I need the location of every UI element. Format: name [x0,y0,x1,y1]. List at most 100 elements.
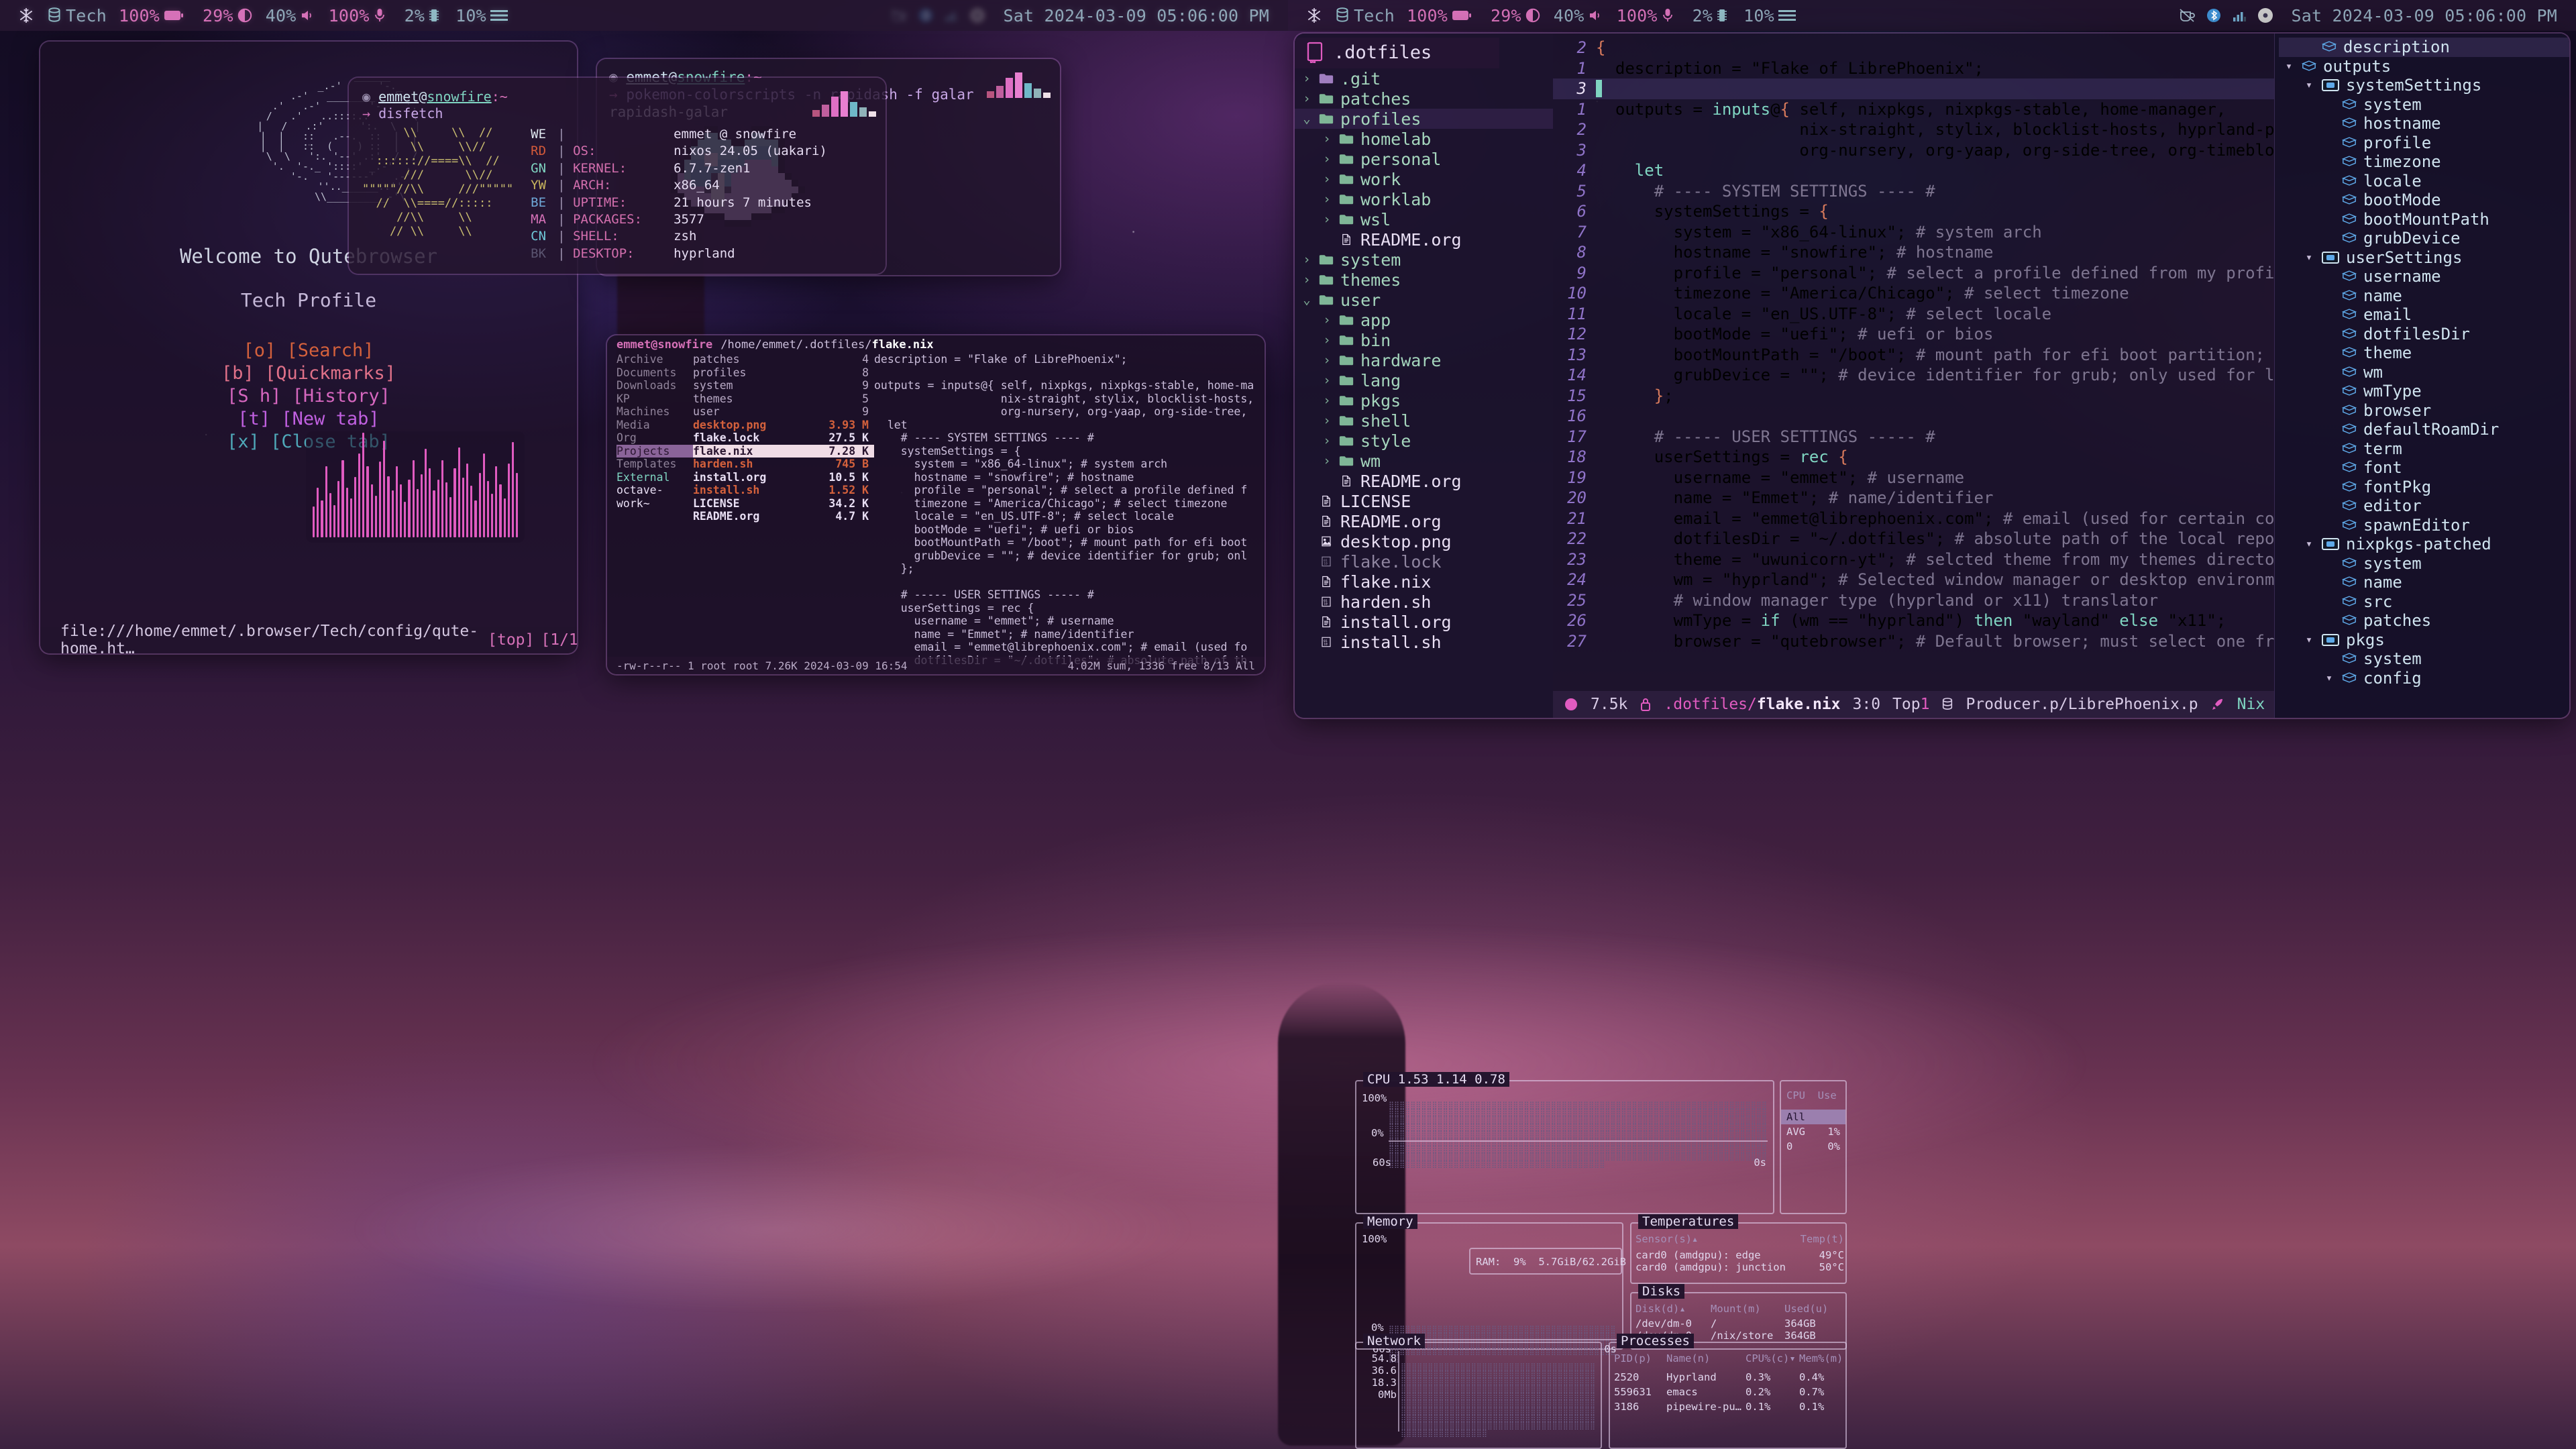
code-text[interactable]: wm = "hyprland"; # Selected window manag… [1596,570,2274,589]
btop-system-monitor[interactable]: CPU 1.53 1.14 0.78 100% 0% ⣿⣿⣿⣿⣿⣿⣿⣿⣿⣿⣿⣿⣿… [1355,1072,1848,1449]
treemacs-node-label[interactable]: harden.sh [1340,592,1431,612]
ranger-file-name[interactable]: profiles [693,366,746,379]
treemacs-node-label[interactable]: wm [1360,451,1381,471]
microphone-icon[interactable] [1662,7,1674,23]
ranger-file-item[interactable]: 4.7 K README.org [693,510,874,523]
ranger-file-name[interactable]: LICENSE [693,497,740,510]
treemacs-node[interactable]: ⌄ profiles [1295,109,1553,129]
code-line[interactable]: 16 [1553,406,2274,427]
imenu-node[interactable]: system [2279,649,2569,669]
code-line[interactable]: 25 # window manager type (hyprland or x1… [1553,590,2274,611]
imenu-node[interactable]: theme [2279,343,2569,363]
code-line[interactable]: 10 timezone = "America/Chicago"; # selec… [1553,283,2274,304]
code-text[interactable]: systemSettings = { [1596,202,1829,221]
speaker-icon[interactable] [301,9,315,22]
treemacs-node-label[interactable]: style [1360,431,1411,451]
chevron-icon[interactable]: ▾ [2323,672,2335,685]
treemacs-node-label[interactable]: app [1360,311,1391,330]
treemacs-node[interactable]: 01 10 flake.lock [1295,551,1553,572]
imenu-node-label[interactable]: wmType [2363,382,2422,400]
ranger-parent-item[interactable]: Documents [616,366,693,380]
treemacs-node-label[interactable]: desktop.png [1340,532,1452,551]
treemacs-node[interactable]: › work [1295,169,1553,189]
imenu-node[interactable]: defaultRoamDir [2279,420,2569,439]
treemacs-node[interactable]: › wsl [1295,209,1553,229]
treemacs-node-label[interactable]: bin [1360,331,1391,350]
ranger-parent-item[interactable]: octave-work~ [616,484,693,510]
imenu-node[interactable]: fontPkg [2279,478,2569,497]
chevron-icon[interactable]: ⌄ [1301,292,1312,307]
treemacs-node[interactable]: › wm [1295,451,1553,471]
imenu-node-label[interactable]: spawnEditor [2363,516,2470,535]
imenu-node-label[interactable]: theme [2363,343,2412,362]
imenu-node-label[interactable]: userSettings [2346,248,2462,267]
chevron-icon[interactable]: ▾ [2303,633,2315,647]
code-text[interactable]: system = "x86_64-linux"; # system arch [1596,223,2042,241]
imenu-node-label[interactable]: profile [2363,133,2431,152]
imenu-node[interactable]: ▾ outputs [2279,57,2569,76]
coffee-disabled-icon[interactable] [2178,7,2196,23]
chevron-icon[interactable]: ▾ [2283,60,2295,73]
disc-icon[interactable] [2257,7,2273,23]
ranger-file-manager-window[interactable]: emmet@snowfire /home/emmet/.dotfiles/fla… [607,335,1265,674]
treemacs-node[interactable]: ⌄ user [1295,290,1553,310]
treemacs-node[interactable]: 01 10 install.sh [1295,632,1553,652]
treemacs-node[interactable]: README.org [1295,471,1553,491]
treemacs-node-label[interactable]: lang [1360,371,1401,390]
emacs-imenu-sidebar[interactable]: description ▾ outputs ▾ systemSettings system… [2274,34,2569,718]
code-line[interactable]: 24 wm = "hyprland"; # Selected window ma… [1553,570,2274,590]
chevron-icon[interactable]: › [1322,353,1332,368]
imenu-node-label[interactable]: bootMode [2363,191,2441,209]
btop-temperatures-headers[interactable]: Sensor(s)▴ Temp(t) [1635,1233,1844,1245]
imenu-node-label[interactable]: config [2363,669,2422,688]
code-line[interactable]: 20 name = "Emmet"; # name/identifier [1553,488,2274,508]
code-line[interactable]: 9 profile = "personal"; # select a profi… [1553,263,2274,284]
imenu-node-label[interactable]: fontPkg [2363,478,2431,496]
imenu-node[interactable]: description [2279,38,2569,57]
code-text[interactable]: let [1596,161,1664,180]
ranger-file-name[interactable]: desktop.png [693,419,766,431]
code-text[interactable]: dotfilesDir = "~/.dotfiles"; # absolute … [1596,529,2274,548]
imenu-node-label[interactable]: description [2343,38,2450,56]
imenu-node-label[interactable]: system [2363,554,2422,573]
imenu-node[interactable]: profile [2279,133,2569,153]
code-line[interactable]: 27 browser = "qutebrowser"; # Default br… [1553,631,2274,652]
imenu-node[interactable]: editor [2279,496,2569,516]
imenu-node-label[interactable]: patches [2363,611,2431,630]
code-line[interactable]: 1 description = "Flake of LibrePhoenix"; [1553,58,2274,79]
snowflake-icon[interactable] [1305,7,1323,24]
treemacs-node-label[interactable]: homelab [1360,129,1431,149]
code-line[interactable]: 7 system = "x86_64-linux"; # system arch [1553,222,2274,243]
ranger-file-name[interactable]: themes [693,392,733,405]
code-text[interactable]: profile = "personal"; # select a profile… [1596,264,2274,282]
code-text[interactable]: wmType = if (wm == "hyprland") then "way… [1596,611,2226,630]
code-text[interactable]: browser = "qutebrowser"; # Default brows… [1596,632,2274,651]
emacs-buffer[interactable]: 2{1 description = "Flake of LibrePhoenix… [1553,34,2274,718]
ranger-file-name[interactable]: user [693,405,720,418]
treemacs-node-label[interactable]: wsl [1360,210,1391,229]
ranger-parent-item[interactable]: Org [616,431,693,445]
disfetch-terminal-window[interactable]: ◉ emmet@snowfire:~ → disfetch \\ \\ // \… [349,78,885,274]
ranger-file-item[interactable]: 10.5 K install.org [693,471,874,484]
treemacs-node[interactable]: › app [1295,310,1553,330]
btop-processes-headers[interactable]: PID(p) Name(n) CPU%(c)▾ Mem%(m) [1614,1352,1844,1364]
code-text[interactable]: name = "Emmet"; # name/identifier [1596,488,1994,507]
ranger-parent-item[interactable]: Templates [616,458,693,471]
imenu-node-label[interactable]: term [2363,439,2402,458]
code-line[interactable]: 18 userSettings = rec { [1553,447,2274,468]
imenu-node[interactable]: ▾ userSettings [2279,248,2569,268]
treemacs-node-label[interactable]: patches [1340,89,1411,109]
imenu-node-label[interactable]: wm [2363,363,2383,382]
imenu-node[interactable]: wm [2279,363,2569,382]
chevron-icon[interactable]: ▾ [2303,251,2315,264]
status-bar-bottom[interactable]: Tech 100% 29% 40% 100% 2% 10% Sat 2024-0… [0,0,1288,31]
ranger-parent-item[interactable]: External [616,471,693,484]
imenu-node-label[interactable]: system [2363,649,2422,668]
treemacs-node-label[interactable]: flake.nix [1340,572,1431,592]
ranger-file-item[interactable]: 4 patches [693,353,874,366]
treemacs-node-label[interactable]: .git [1340,69,1381,89]
qutebrowser-shortcut-label[interactable]: [History] [292,386,390,407]
code-text[interactable]: username = "emmet"; # username [1596,468,1964,487]
hamburger-menu-icon[interactable] [490,8,508,23]
bluetooth-icon[interactable] [2206,7,2221,23]
